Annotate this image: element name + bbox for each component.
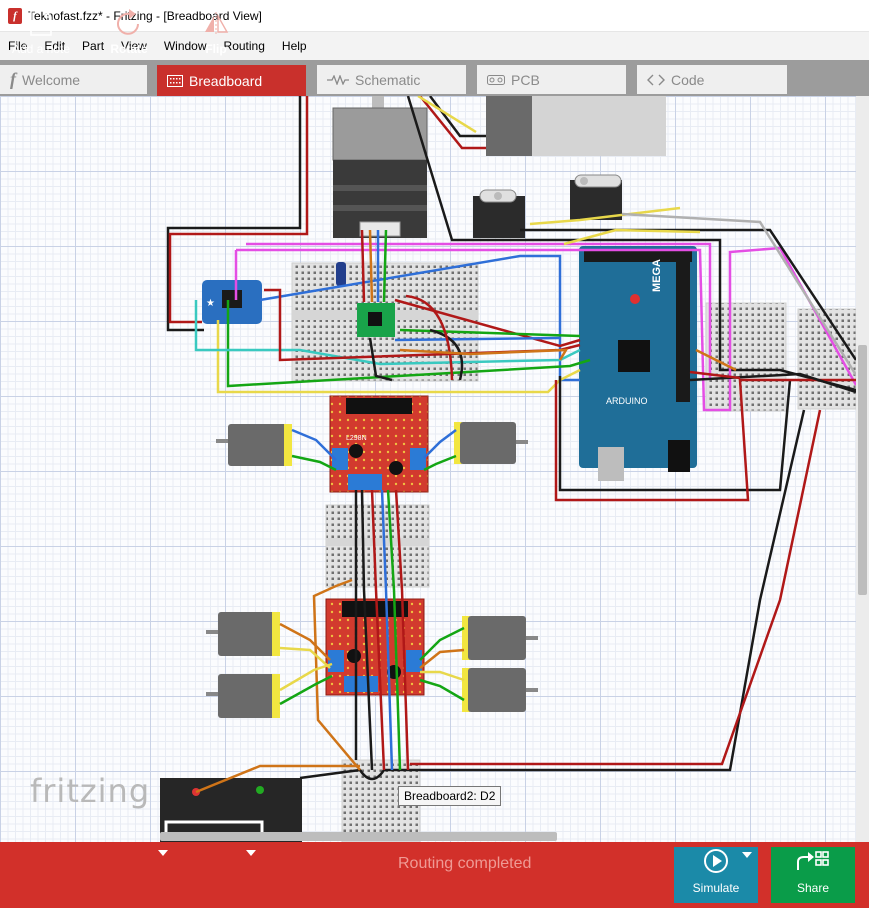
menu-part[interactable]: Part bbox=[76, 32, 110, 60]
tab-pcb[interactable]: PCB bbox=[477, 65, 626, 94]
horizontal-scroll-thumb[interactable] bbox=[160, 832, 557, 841]
tab-breadboard[interactable]: Breadboard bbox=[157, 65, 306, 96]
add-note-button[interactable]: Add a note bbox=[8, 0, 74, 66]
vertical-scroll-thumb[interactable] bbox=[858, 345, 867, 595]
share-button[interactable]: Share bbox=[771, 847, 855, 903]
pcb-icon bbox=[487, 74, 505, 85]
tab-welcome-label: Welcome bbox=[22, 71, 81, 88]
flip-dropdown-icon[interactable] bbox=[246, 850, 256, 856]
tab-code-label: Code bbox=[671, 71, 705, 88]
play-circle-icon bbox=[703, 848, 729, 877]
gyro-sensor-module[interactable]: ★ bbox=[202, 280, 262, 324]
share-icon bbox=[796, 850, 830, 877]
code-brackets-icon bbox=[647, 74, 665, 86]
stepper-motor[interactable] bbox=[332, 96, 428, 238]
fritzing-f-icon: f bbox=[10, 69, 16, 89]
part-tooltip: Breadboard2: D2 bbox=[398, 786, 502, 806]
note-icon bbox=[30, 0, 52, 36]
breadboard-icon bbox=[167, 74, 183, 87]
motor-driver-1[interactable]: L298N bbox=[329, 395, 429, 493]
rotate-label: Rotate bbox=[110, 42, 148, 56]
menu-help[interactable]: Help bbox=[276, 32, 313, 60]
tab-breadboard-label: Breadboard bbox=[189, 72, 263, 89]
flip-icon bbox=[203, 0, 229, 36]
dc-motor-5[interactable] bbox=[462, 616, 538, 660]
breadboard-canvas[interactable]: ★ MEGA ARDUINO L298N bbox=[0, 96, 856, 842]
stepper-driver-module[interactable] bbox=[357, 303, 395, 337]
add-note-label: Add a note bbox=[11, 42, 71, 56]
fritzing-watermark: fritzing bbox=[30, 772, 151, 810]
dc-motor-2[interactable] bbox=[454, 422, 528, 464]
simulate-dropdown-icon[interactable] bbox=[742, 852, 752, 858]
tab-schematic[interactable]: Schematic bbox=[317, 65, 466, 94]
rotate-button[interactable]: Rotate bbox=[106, 0, 152, 66]
tab-welcome[interactable]: f Welcome bbox=[0, 65, 147, 94]
motor-driver-2[interactable] bbox=[325, 598, 425, 696]
circuit-drawing: ★ MEGA ARDUINO L298N bbox=[160, 96, 856, 842]
breadboard-middle[interactable] bbox=[325, 504, 430, 588]
breadboard-right-1[interactable] bbox=[705, 302, 787, 412]
svg-text:★: ★ bbox=[206, 298, 215, 309]
rotate-dropdown-icon[interactable] bbox=[158, 850, 168, 856]
arduino-label: ARDUINO bbox=[606, 396, 648, 406]
dc-motor-4[interactable] bbox=[206, 674, 280, 718]
board-label: MEGA bbox=[651, 259, 663, 292]
dc-motor-1[interactable] bbox=[216, 424, 292, 466]
battery-pack-top[interactable] bbox=[486, 96, 666, 156]
dc-motor-3[interactable] bbox=[206, 612, 280, 656]
flip-label: Flip bbox=[205, 42, 227, 56]
servo-motor-1[interactable] bbox=[473, 189, 525, 238]
tab-schematic-label: Schematic bbox=[355, 71, 421, 88]
servo-motor-2[interactable] bbox=[570, 174, 622, 220]
driver-1-label: L298N bbox=[346, 435, 367, 442]
dc-motor-6[interactable] bbox=[462, 668, 538, 712]
fritzing-window: f Teknofast.fzz* - Fritzing - [Breadboar… bbox=[0, 0, 869, 908]
rotate-icon bbox=[114, 0, 144, 36]
tab-pcb-label: PCB bbox=[511, 71, 540, 88]
share-label: Share bbox=[796, 881, 830, 895]
simulate-label: Simulate bbox=[692, 881, 740, 895]
capacitor[interactable] bbox=[336, 262, 346, 286]
flip-button[interactable]: Flip bbox=[196, 0, 236, 66]
arduino-mega-board[interactable]: MEGA ARDUINO bbox=[579, 246, 697, 481]
routing-status-text: Routing completed bbox=[398, 855, 532, 872]
resistor-zigzag-icon bbox=[327, 74, 349, 85]
tab-code[interactable]: Code bbox=[637, 65, 787, 94]
